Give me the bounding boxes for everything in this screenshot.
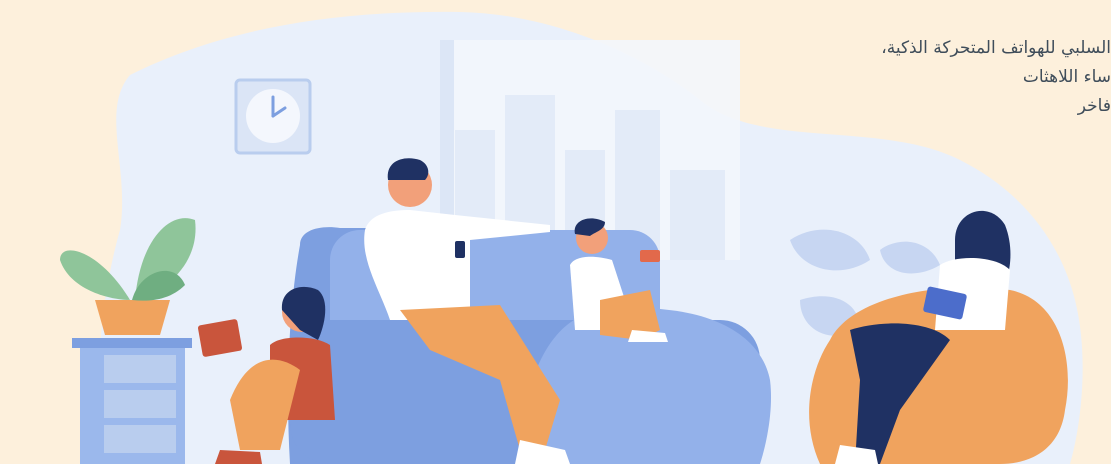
text-line-2: ساء اللاهثات — [1022, 67, 1111, 87]
article-text: السلبي للهواتف المتحركة الذكية، ساء اللا… — [691, 34, 1111, 121]
game-controller-icon — [640, 250, 660, 262]
smartphone-icon — [455, 241, 465, 258]
text-line-1: السلبي للهواتف المتحركة الذكية، — [881, 38, 1111, 58]
tablet-icon — [198, 319, 242, 357]
text-line-3: فاخر — [1077, 96, 1111, 116]
wall-clock-icon — [234, 78, 312, 155]
